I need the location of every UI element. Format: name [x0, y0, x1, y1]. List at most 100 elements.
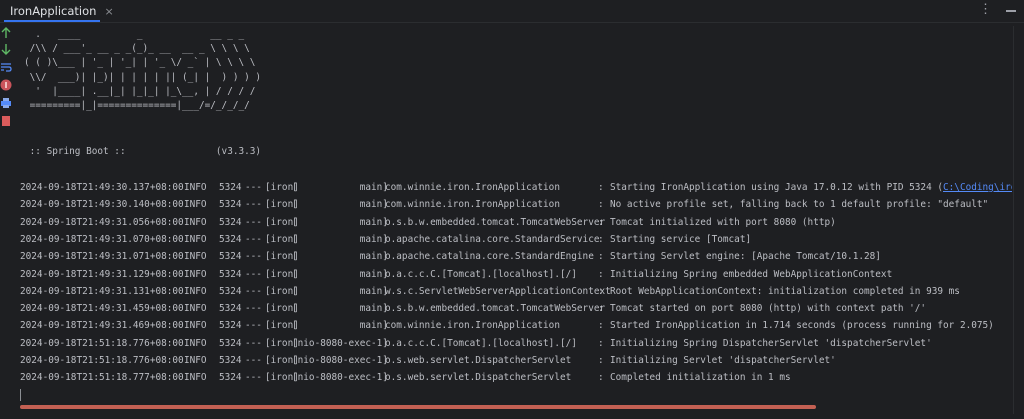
tab-label: IronApplication — [10, 4, 97, 18]
log-sep: --- — [245, 182, 262, 193]
log-separator: : — [598, 355, 604, 366]
log-thread: [ main] — [292, 216, 388, 228]
spring-banner: . ____ _ __ _ _ /\\ / ___'_ __ _ _(_)_ _… — [24, 29, 262, 112]
log-message-text: Root WebApplicationContext: initializati… — [610, 285, 960, 297]
log-time: 2024-09-18T21:51:18.776+08:00 — [20, 337, 184, 349]
log-sep: --- — [245, 216, 262, 228]
log-message: Initializing Spring embedded WebApplicat… — [610, 268, 892, 282]
log-separator: : — [598, 372, 604, 384]
clear-icon[interactable] — [0, 115, 12, 127]
log-time: 2024-09-18T21:49:31.129+08:00 — [20, 268, 184, 280]
log-time: 2024-09-18T21:49:31.459+08:00 — [20, 303, 184, 315]
log-logger: o.a.c.c.C.[Tomcat].[localhost].[/] — [385, 337, 577, 349]
log-level: INFO — [184, 372, 207, 384]
log-level: INFO — [184, 216, 207, 228]
log-separator: : — [598, 251, 604, 263]
log-message: Started IronApplication in 1.714 seconds… — [610, 319, 994, 333]
log-time: 2024-09-18T21:49:31.056+08:00 — [20, 216, 184, 228]
log-separator: : — [598, 233, 604, 245]
log-level: INFO — [184, 355, 207, 366]
log-pid: 5324 — [219, 355, 242, 366]
tab-ironapplication[interactable]: IronApplication × — [4, 0, 114, 22]
log-message: Starting Servlet engine: [Apache Tomcat/… — [610, 250, 881, 264]
log-message: Initializing Spring DispatcherServlet 'd… — [610, 337, 932, 351]
soft-wrap-icon[interactable] — [0, 61, 12, 73]
log-message: No active profile set, falling back to 1… — [610, 198, 988, 212]
tab-bar: IronApplication × ⋮ — [0, 0, 1024, 23]
log-separator: : — [598, 182, 604, 193]
log-sep: --- — [245, 285, 262, 297]
log-message: Tomcat started on port 8080 (http) with … — [610, 302, 926, 316]
log-separator: : — [598, 216, 604, 228]
log-sep: --- — [245, 268, 262, 280]
log-thread: [ main] — [292, 251, 388, 263]
log-thread: [nio-8080-exec-1] — [292, 372, 388, 384]
horizontal-scrollbar[interactable] — [20, 405, 816, 409]
log-message-text: Tomcat initialized with port 8080 (http) — [610, 216, 836, 228]
log-message-text: Completed initialization in 1 ms — [610, 372, 791, 384]
print-icon[interactable] — [0, 97, 12, 109]
log-separator: : — [598, 337, 604, 349]
log-sep: --- — [245, 233, 262, 245]
log-message-text: Tomcat started on port 8080 (http) with … — [610, 303, 927, 315]
log-thread: [ main] — [292, 303, 388, 315]
log-logger: com.winnie.iron.IronApplication — [385, 199, 560, 211]
log-thread: [ main] — [292, 320, 388, 332]
text-cursor — [20, 389, 21, 401]
log-pid: 5324 — [219, 268, 242, 280]
log-thread: [ main] — [292, 199, 388, 211]
log-message-text: Starting service [Tomcat] — [610, 233, 752, 245]
log-message-text: Starting Servlet engine: [Apache Tomcat/… — [610, 251, 881, 263]
log-thread: [ main] — [292, 182, 388, 193]
log-sep: --- — [245, 372, 262, 384]
log-message: Starting service [Tomcat] — [610, 233, 751, 247]
log-separator: : — [598, 199, 604, 211]
stop-icon[interactable] — [0, 79, 12, 91]
log-time: 2024-09-18T21:51:18.776+08:00 — [20, 355, 184, 366]
log-time: 2024-09-18T21:49:30.140+08:00 — [20, 199, 184, 211]
log-pid: 5324 — [219, 199, 242, 211]
log-pid: 5324 — [219, 233, 242, 245]
console-output[interactable]: . ____ _ __ _ _ /\\ / ___'_ __ _ _(_)_ _… — [18, 23, 1012, 419]
log-logger: com.winnie.iron.IronApplication — [385, 320, 560, 332]
log-sep: --- — [245, 303, 262, 315]
log-pid: 5324 — [219, 182, 242, 193]
log-level: INFO — [184, 285, 207, 297]
close-icon[interactable]: × — [104, 5, 113, 18]
spring-boot-version: :: Spring Boot :: (v3.3.3) — [24, 146, 262, 157]
log-level: INFO — [184, 337, 207, 349]
log-level: INFO — [184, 233, 207, 245]
log-time: 2024-09-18T21:49:31.070+08:00 — [20, 233, 184, 245]
log-logger: o.s.b.w.embedded.tomcat.TomcatWebServer — [385, 303, 606, 315]
log-thread: [nio-8080-exec-1] — [292, 355, 388, 366]
log-pid: 5324 — [219, 251, 242, 263]
log-message-text: Initializing Spring embedded WebApplicat… — [610, 268, 893, 280]
log-path-link[interactable]: C:\Coding\iron\targ — [943, 182, 1012, 193]
log-level: INFO — [184, 199, 207, 211]
log-message-text: Initializing Servlet 'dispatcherServlet' — [610, 355, 836, 366]
log-message: Root WebApplicationContext: initializati… — [610, 285, 960, 299]
log-level: INFO — [184, 182, 207, 193]
log-separator: : — [598, 320, 604, 332]
log-message: Starting IronApplication using Java 17.0… — [610, 181, 1012, 195]
log-logger: o.a.c.c.C.[Tomcat].[localhost].[/] — [385, 268, 577, 280]
log-pid: 5324 — [219, 303, 242, 315]
log-logger: o.s.web.servlet.DispatcherServlet — [385, 355, 572, 366]
log-time: 2024-09-18T21:49:31.131+08:00 — [20, 285, 184, 297]
log-level: INFO — [184, 303, 207, 315]
log-logger: o.s.web.servlet.DispatcherServlet — [385, 372, 572, 384]
log-pid: 5324 — [219, 372, 242, 384]
log-time: 2024-09-18T21:49:30.137+08:00 — [20, 182, 184, 193]
log-pid: 5324 — [219, 337, 242, 349]
log-pid: 5324 — [219, 216, 242, 228]
log-time: 2024-09-18T21:49:31.469+08:00 — [20, 320, 184, 332]
log-message-text: No active profile set, falling back to 1… — [610, 199, 989, 211]
log-sep: --- — [245, 320, 262, 332]
more-options-icon[interactable]: ⋮ — [979, 3, 992, 16]
rerun-up-icon[interactable] — [0, 27, 12, 39]
minimize-icon[interactable] — [1006, 10, 1016, 12]
vertical-scrollbar[interactable] — [1013, 26, 1021, 414]
log-thread: [ main] — [292, 233, 388, 245]
log-pid: 5324 — [219, 320, 242, 332]
scroll-down-icon[interactable] — [0, 43, 12, 55]
